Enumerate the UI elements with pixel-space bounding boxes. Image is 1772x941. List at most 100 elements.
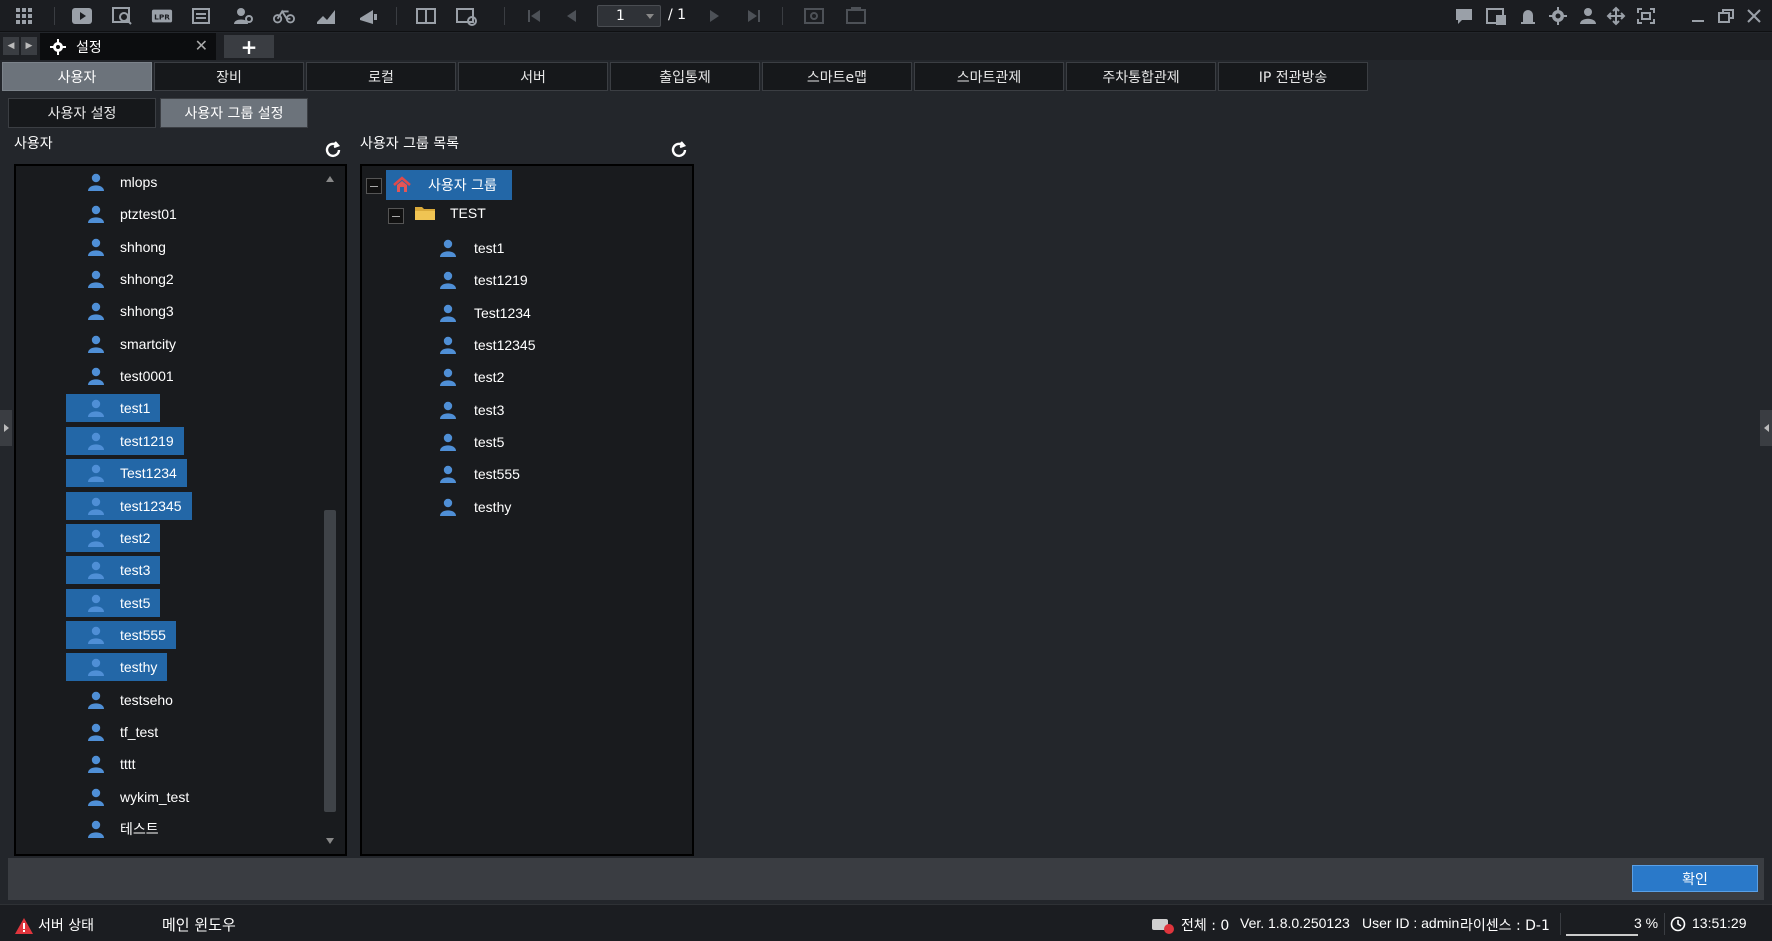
restore-icon[interactable]: [1714, 5, 1738, 27]
chat-icon[interactable]: [1452, 5, 1476, 27]
device-list-icon[interactable]: [190, 5, 214, 27]
user-list-item[interactable]: shhong: [66, 233, 176, 261]
user-list-item[interactable]: wykim_test: [66, 783, 199, 811]
tab-access-control[interactable]: 출입통제: [610, 62, 760, 91]
user-list-item[interactable]: tttt: [66, 750, 146, 778]
message-box-icon[interactable]: [1484, 5, 1508, 27]
page-dropdown-icon[interactable]: [646, 14, 654, 19]
minimize-icon[interactable]: [1686, 5, 1710, 27]
last-page-icon[interactable]: [742, 5, 766, 27]
user-list-item[interactable]: test3: [66, 556, 161, 585]
user-list-item[interactable]: ptztest01: [66, 200, 187, 228]
group-member-item[interactable]: testhy: [438, 493, 511, 521]
group-member-item[interactable]: test2: [438, 363, 504, 391]
user-name: test12345: [120, 497, 182, 514]
right-panel-handle[interactable]: [1760, 410, 1772, 446]
group-member-item[interactable]: test5: [438, 428, 504, 456]
refresh-groups-icon[interactable]: [669, 140, 689, 160]
sequence-icon[interactable]: [802, 5, 826, 27]
user-list[interactable]: mlops ptztest01 shhong shhong2 shhong3 smartc…: [14, 164, 347, 856]
person-search-icon[interactable]: [232, 5, 256, 27]
user-list-item[interactable]: tf_test: [66, 718, 168, 746]
user-id-text: User ID : admin: [1362, 915, 1460, 931]
tab-parking-control[interactable]: 주차통합관제: [1066, 62, 1216, 91]
user-list-item[interactable]: Test1234: [66, 459, 187, 488]
tree-root-user-group[interactable]: 사용자 그룹: [386, 170, 512, 200]
group-member-item[interactable]: test555: [438, 460, 520, 488]
collapse-root-icon[interactable]: [366, 178, 382, 194]
user-list-item[interactable]: mlops: [66, 168, 167, 196]
user-name: test3: [120, 562, 151, 579]
user-list-item[interactable]: test12345: [66, 491, 192, 520]
lpr-icon[interactable]: LPR: [150, 5, 174, 27]
user-list-item[interactable]: 테스트: [66, 815, 169, 843]
broadcast-icon[interactable]: [356, 5, 380, 27]
group-member-item[interactable]: test3: [438, 396, 504, 424]
bicycle-icon[interactable]: [272, 5, 296, 27]
tab-scroll-right-icon[interactable]: ▶: [21, 37, 37, 55]
tab-ip-broadcast[interactable]: IP 전관방송: [1218, 62, 1368, 91]
live-play-icon[interactable]: [70, 5, 94, 27]
server-status[interactable]: 서버 상태: [38, 915, 94, 935]
group-member-item[interactable]: test1219: [438, 266, 528, 294]
collapse-folder-icon[interactable]: [388, 208, 404, 224]
user-list-item[interactable]: shhong3: [66, 297, 184, 325]
group-member-item[interactable]: test12345: [438, 331, 536, 359]
confirm-button[interactable]: 확인: [1632, 865, 1758, 892]
subtab-user-settings[interactable]: 사용자 설정: [8, 98, 156, 128]
page-number-input[interactable]: 1: [597, 5, 661, 27]
user-list-scrollbar[interactable]: [323, 170, 337, 850]
left-panel-handle[interactable]: [0, 410, 12, 446]
group-member-name: test1: [474, 240, 505, 256]
user-list-item[interactable]: test5: [66, 588, 161, 617]
tab-local[interactable]: 로컬: [306, 62, 456, 91]
cpu-graph: [1566, 934, 1638, 936]
playback-search-icon[interactable]: [110, 5, 134, 27]
user-list-item[interactable]: test0001: [66, 362, 184, 390]
add-layout-icon[interactable]: [454, 5, 478, 27]
subtab-user-group-settings[interactable]: 사용자 그룹 설정: [160, 98, 308, 128]
auto-switch-icon[interactable]: [844, 5, 868, 27]
user-account-icon[interactable]: [1576, 5, 1600, 27]
event-map-icon[interactable]: [314, 5, 338, 27]
tab-scroll-left-icon[interactable]: ◀: [3, 37, 19, 55]
user-list-item[interactable]: testseho: [66, 686, 183, 714]
tab-settings[interactable]: 설정 ✕: [40, 33, 216, 60]
user-list-item[interactable]: test555: [66, 620, 176, 649]
group-member-item[interactable]: Test1234: [438, 299, 531, 327]
add-tab-button[interactable]: +: [224, 35, 274, 59]
group-tree[interactable]: 사용자 그룹 TEST test1 test1219 Test1234 test123…: [360, 164, 694, 856]
user-name: test2: [120, 529, 151, 546]
tree-folder-test[interactable]: TEST: [414, 204, 486, 222]
tab-server[interactable]: 서버: [458, 62, 608, 91]
move-arrows-icon[interactable]: [1604, 5, 1628, 27]
group-member-item[interactable]: test1: [438, 234, 504, 262]
scroll-up-icon[interactable]: [326, 176, 334, 182]
main-window-label[interactable]: 메인 윈도우: [162, 914, 236, 935]
settings-gear-icon[interactable]: [1546, 5, 1570, 27]
tab-device[interactable]: 장비: [154, 62, 304, 91]
close-tab-icon[interactable]: ✕: [195, 36, 208, 55]
next-page-icon[interactable]: [702, 5, 726, 27]
user-list-item[interactable]: testhy: [66, 653, 168, 682]
group-member-name: test5: [474, 434, 505, 451]
grid-menu-icon[interactable]: [12, 5, 36, 27]
layout-split-icon[interactable]: [414, 5, 438, 27]
user-list-item[interactable]: test2: [66, 523, 161, 552]
first-page-icon[interactable]: [522, 5, 546, 27]
fullscreen-icon[interactable]: [1634, 5, 1658, 27]
user-list-item[interactable]: test1219: [66, 426, 184, 455]
user-name: tf_test: [120, 723, 159, 740]
tab-user[interactable]: 사용자: [2, 62, 152, 91]
prev-page-icon[interactable]: [560, 5, 584, 27]
user-list-item[interactable]: test1: [66, 394, 161, 423]
tab-smart-emap[interactable]: 스마트e맵: [762, 62, 912, 91]
refresh-users-icon[interactable]: [323, 140, 343, 160]
user-list-item[interactable]: shhong2: [66, 265, 184, 293]
scroll-down-icon[interactable]: [326, 838, 334, 844]
alarm-icon[interactable]: [1516, 5, 1540, 27]
user-list-item[interactable]: smartcity: [66, 330, 186, 358]
scroll-thumb[interactable]: [324, 510, 336, 812]
tab-smart-control[interactable]: 스마트관제: [914, 62, 1064, 91]
close-window-icon[interactable]: [1742, 5, 1766, 27]
